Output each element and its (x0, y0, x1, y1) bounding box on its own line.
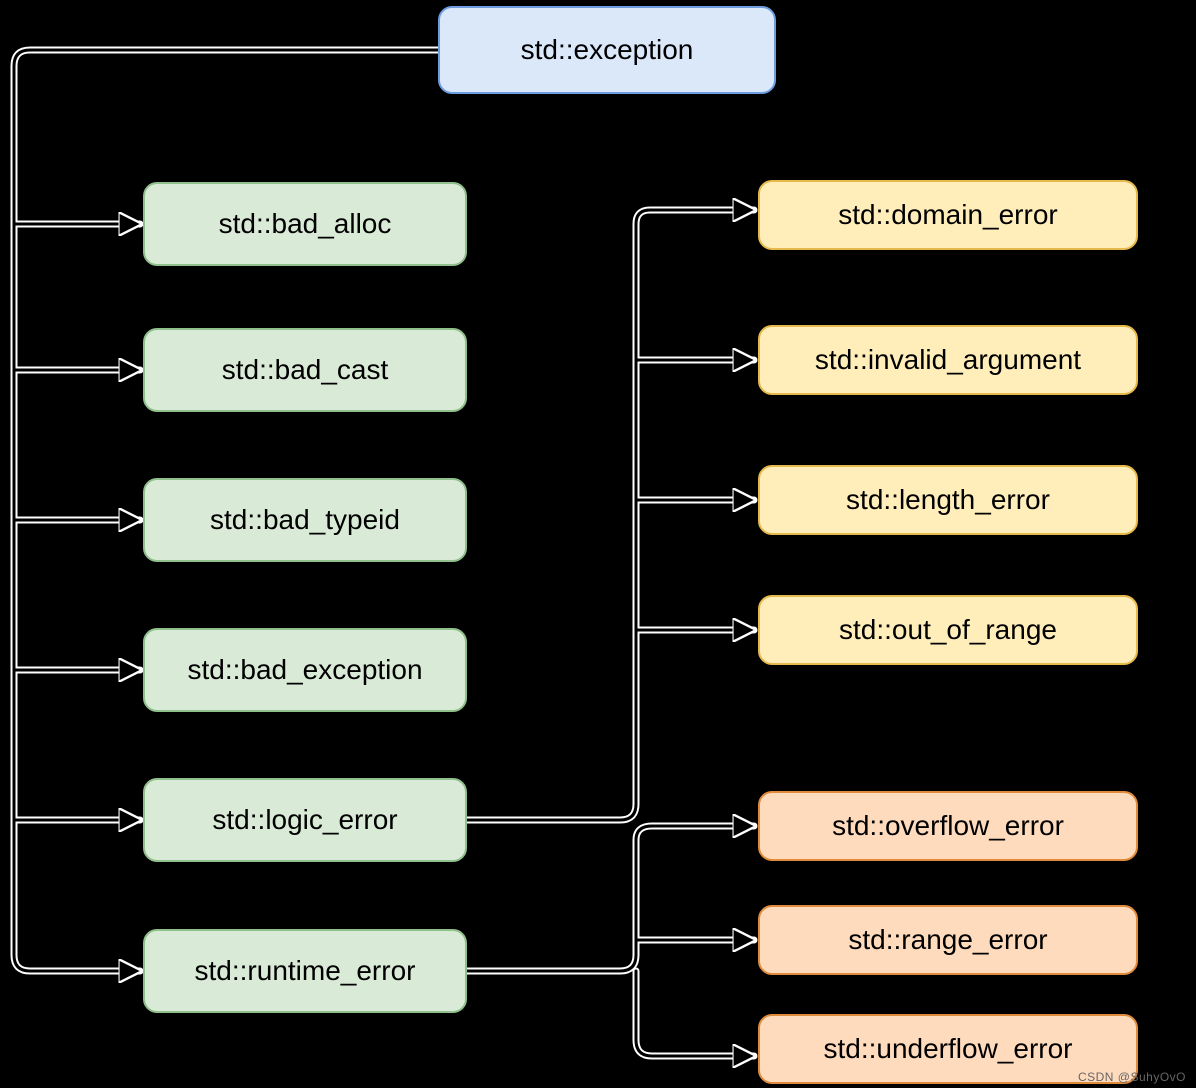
node-std-bad-alloc: std::bad_alloc (143, 182, 467, 266)
node-std-domain-error: std::domain_error (758, 180, 1138, 250)
watermark: CSDN @SuhyOvO (1078, 1070, 1186, 1084)
node-std-length-error: std::length_error (758, 465, 1138, 535)
node-std-overflow-error: std::overflow_error (758, 791, 1138, 861)
node-label: std::domain_error (838, 199, 1057, 231)
node-label: std::logic_error (212, 804, 397, 836)
node-label: std::bad_alloc (219, 208, 392, 240)
node-std-bad-typeid: std::bad_typeid (143, 478, 467, 562)
node-std-bad-cast: std::bad_cast (143, 328, 467, 412)
node-std-out-of-range: std::out_of_range (758, 595, 1138, 665)
node-label: std::bad_typeid (210, 504, 400, 536)
node-label: std::runtime_error (195, 955, 416, 987)
node-std-exception: std::exception (438, 6, 776, 94)
node-std-invalid-argument: std::invalid_argument (758, 325, 1138, 395)
node-label: std::exception (521, 34, 694, 66)
node-label: std::overflow_error (832, 810, 1064, 842)
node-label: std::bad_exception (187, 654, 422, 686)
node-label: std::length_error (846, 484, 1050, 516)
node-label: std::range_error (848, 924, 1047, 956)
node-label: std::invalid_argument (815, 344, 1081, 376)
node-label: std::out_of_range (839, 614, 1057, 646)
node-std-range-error: std::range_error (758, 905, 1138, 975)
node-label: std::bad_cast (222, 354, 389, 386)
node-std-bad-exception: std::bad_exception (143, 628, 467, 712)
diagram-canvas: std::exception std::bad_alloc std::bad_c… (0, 0, 1196, 1088)
node-std-runtime-error: std::runtime_error (143, 929, 467, 1013)
node-std-logic-error: std::logic_error (143, 778, 467, 862)
node-label: std::underflow_error (823, 1033, 1072, 1065)
